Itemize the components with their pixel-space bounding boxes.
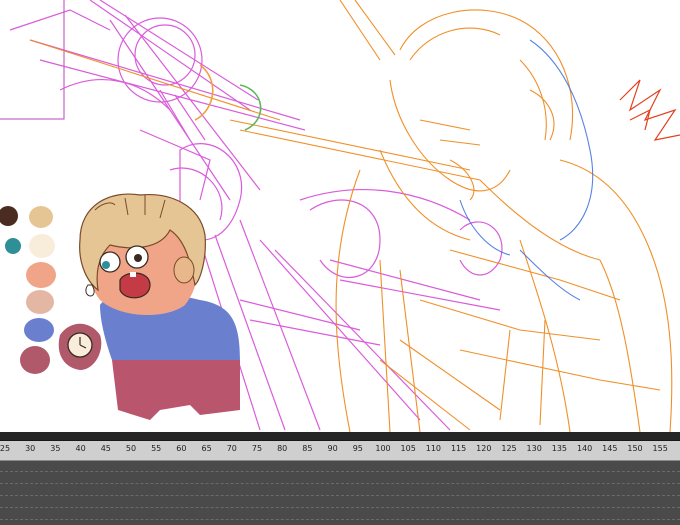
ruler-tick-label: 65 <box>201 444 212 453</box>
palette-swatch[interactable] <box>29 234 55 258</box>
palette-swatch[interactable] <box>5 238 21 254</box>
palette-swatch[interactable] <box>26 290 54 314</box>
track-row[interactable] <box>0 471 680 473</box>
ruler-tick-label: 40 <box>75 444 86 453</box>
ruler-tick-label: 55 <box>151 444 162 453</box>
ruler-tick-label: 50 <box>125 444 137 453</box>
ruler-tick-label: 30 <box>25 444 36 453</box>
ruler-tick-label: 145 <box>602 444 618 453</box>
ruler-tick-label: 155 <box>652 444 668 453</box>
drawing-canvas[interactable] <box>0 0 680 432</box>
frame-ruler[interactable]: 25 30 35 40 45 50 55 60 65 70 75 80 85 90 95 100 105 110 1… <box>0 441 680 461</box>
ruler-tick-label: 110 <box>425 444 442 453</box>
palette-swatch[interactable] <box>24 318 54 342</box>
timeline-panel: 25 30 35 40 45 50 55 60 65 70 75 80 85 90 95 100 105 110 1… <box>0 432 680 525</box>
ruler-tick-label: 95 <box>352 444 363 453</box>
ruler-tick-label: 125 <box>501 444 517 453</box>
sketch-artwork <box>0 0 680 432</box>
ruler-tick-label: 150 <box>627 444 643 453</box>
ruler-tick-label: 75 <box>251 444 263 453</box>
ruler-tick-label: 35 <box>50 444 61 453</box>
color-palette <box>0 200 60 380</box>
palette-swatch[interactable] <box>0 206 18 226</box>
ruler-tick-label: 115 <box>450 444 467 453</box>
palette-swatch[interactable] <box>20 346 50 374</box>
ruler-tick-label: 100 <box>375 444 391 453</box>
timeline-header <box>0 432 680 441</box>
ruler-tick-label: 135 <box>551 444 568 453</box>
ruler-tick-label: 105 <box>400 444 416 453</box>
ruler-tick-label: 120 <box>476 444 492 453</box>
ruler-tick-label: 60 <box>176 444 187 453</box>
palette-swatch[interactable] <box>29 206 53 228</box>
track-row[interactable] <box>0 495 680 497</box>
ruler-tick-label: 90 <box>327 444 338 453</box>
track-row[interactable] <box>0 519 680 521</box>
track-row[interactable] <box>0 483 680 485</box>
ruler-tick-label: 70 <box>226 444 237 453</box>
ruler-tick-label: 25 <box>0 444 11 453</box>
frame-tracks[interactable] <box>0 461 680 525</box>
ruler-tick-label: 45 <box>100 444 111 453</box>
ruler-tick-label: 130 <box>526 444 542 453</box>
ruler-tick-label: 80 <box>277 444 288 453</box>
ruler-tick-label: 140 <box>576 444 593 453</box>
ruler-tick-label: 85 <box>302 444 313 453</box>
track-row[interactable] <box>0 507 680 509</box>
chibi-illustration <box>58 193 240 420</box>
palette-swatch[interactable] <box>26 262 56 288</box>
